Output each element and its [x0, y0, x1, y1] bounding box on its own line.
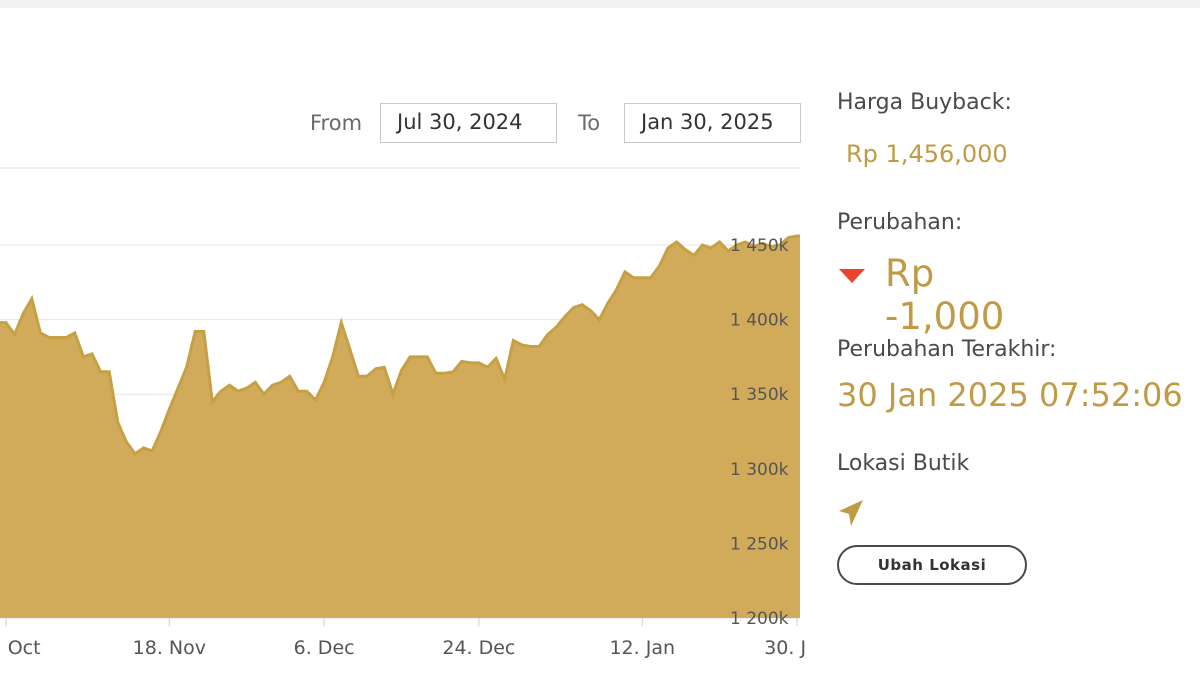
- buyback-label: Harga Buyback:: [837, 90, 1012, 115]
- location-label: Lokasi Butik: [837, 451, 970, 476]
- change-value: Rp -1,000: [885, 252, 1005, 338]
- from-date-input[interactable]: Jul 30, 2024: [380, 103, 557, 143]
- x-axis-ticks: 30. Oct 18. Nov 6. Dec 24. Dec 12. Jan 30. Ja…: [0, 618, 805, 659]
- price-info-panel: Harga Buyback: Rp 1,456,000 Perubahan: R…: [837, 0, 1197, 675]
- location-arrow-icon[interactable]: [837, 498, 865, 528]
- price-chart: 1 200k 1 250k 1 300k 1 350k 1 400k 1 450k 30.…: [0, 160, 805, 675]
- price-chart-svg: 1 200k 1 250k 1 300k 1 350k 1 400k 1 450k 30.…: [0, 167, 805, 659]
- x-tick-label: 18. Nov: [133, 637, 206, 659]
- y-tick-label: 1 450k: [730, 236, 789, 256]
- x-tick-label: 30. Jan: [764, 637, 805, 659]
- to-label: To: [578, 111, 601, 135]
- change-label: Perubahan:: [837, 210, 963, 235]
- y-tick-label: 1 250k: [730, 534, 789, 554]
- to-date-input[interactable]: Jan 30, 2025: [624, 103, 801, 143]
- x-tick-label: 6. Dec: [294, 637, 355, 659]
- y-tick-label: 1 200k: [730, 609, 789, 629]
- x-tick-label: 24. Dec: [442, 637, 515, 659]
- y-tick-label: 1 350k: [730, 385, 789, 405]
- y-tick-label: 1 300k: [730, 460, 789, 480]
- x-tick-label: 30. Oct: [0, 637, 41, 659]
- buyback-value: Rp 1,456,000: [846, 140, 1008, 168]
- last-change-label: Perubahan Terakhir:: [837, 337, 1057, 362]
- triangle-down-icon: [839, 269, 865, 283]
- x-tick-label: 12. Jan: [609, 637, 675, 659]
- from-label: From: [310, 111, 363, 135]
- last-change-value: 30 Jan 2025 07:52:06: [837, 376, 1183, 414]
- y-tick-label: 1 400k: [730, 311, 789, 331]
- change-location-button[interactable]: Ubah Lokasi: [837, 545, 1027, 585]
